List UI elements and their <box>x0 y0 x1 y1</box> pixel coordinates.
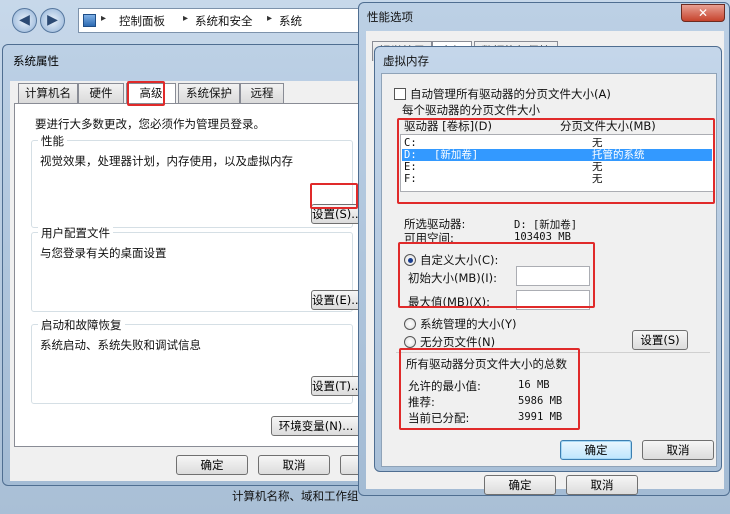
min-allowed-value: 16 MB <box>518 379 550 391</box>
system-managed-label: 系统管理的大小(Y) <box>420 317 517 331</box>
no-paging-label: 无分页文件(N) <box>420 335 496 349</box>
environment-variables-button[interactable]: 环境变量(N)... <box>271 416 361 436</box>
sysprops-body: 计算机名 硬件 高级 系统保护 远程 要进行大多数更改，您必须作为管理员登录。 … <box>10 81 368 481</box>
totals-title: 所有驱动器分页文件大小的总数 <box>406 357 567 371</box>
drive-size: 无 <box>592 161 603 173</box>
drive-size: 无 <box>592 137 603 149</box>
free-space-value: 103403 MB <box>514 231 571 243</box>
performance-group: 性能 视觉效果，处理器计划，内存使用，以及虚拟内存 <box>31 133 353 228</box>
drive-size: 托管的系统 <box>592 149 645 161</box>
recommended-value: 5986 MB <box>518 395 563 407</box>
performance-settings-button[interactable]: 设置(S)... <box>311 204 362 224</box>
startup-desc: 系统启动、系统失败和调试信息 <box>40 338 201 352</box>
profiles-desc: 与您登录有关的桌面设置 <box>40 246 167 260</box>
close-icon[interactable]: ✕ <box>681 4 725 22</box>
admin-note: 要进行大多数更改，您必须作为管理员登录。 <box>35 117 265 131</box>
drive-list[interactable]: C: 无 D: [新加卷] 托管的系统 E: 无 F: 无 <box>400 134 714 192</box>
system-properties-dialog: 系统属性 计算机名 硬件 高级 系统保护 远程 要进行大多数更改，您必须作为管理… <box>2 44 374 486</box>
performance-desc: 视觉效果，处理器计划，内存使用，以及虚拟内存 <box>40 154 293 168</box>
vmem-ok-button[interactable]: 确定 <box>560 440 632 460</box>
perfopts-ok-button[interactable]: 确定 <box>484 475 556 495</box>
forward-button[interactable]: ▶ <box>40 8 65 33</box>
vmem-body: 自动管理所有驱动器的分页文件大小(A) 每个驱动器的分页文件大小 驱动器 [卷标… <box>381 73 717 467</box>
sysprops-ok-button[interactable]: 确定 <box>176 455 248 475</box>
virtual-memory-dialog: 虚拟内存 自动管理所有驱动器的分页文件大小(A) 每个驱动器的分页文件大小 驱动… <box>374 46 722 472</box>
min-allowed-label: 允许的最小值: <box>408 379 481 393</box>
drive-list-header-size: 分页文件大小(MB) <box>560 119 656 133</box>
recommended-label: 推荐: <box>408 395 435 409</box>
tab-remote[interactable]: 远程 <box>240 83 284 103</box>
tab-panel: 要进行大多数更改，您必须作为管理员登录。 性能 视觉效果，处理器计划，内存使用，… <box>14 103 364 447</box>
custom-size-radio[interactable] <box>404 254 416 266</box>
auto-manage-checkbox[interactable] <box>394 88 406 100</box>
drive-row-c[interactable]: C: 无 <box>402 137 712 149</box>
selected-drive-value: D: [新加卷] <box>514 219 578 231</box>
initial-size-input[interactable] <box>516 266 590 286</box>
no-paging-radio[interactable] <box>404 336 416 348</box>
perfopts-title: 性能选项 <box>367 10 413 24</box>
drive-letter: C: <box>404 137 417 149</box>
breadcrumb-security[interactable]: 系统和安全 <box>195 13 253 29</box>
free-space-label: 可用空间: <box>404 231 454 245</box>
breadcrumb-control-panel[interactable]: 控制面板 <box>119 13 165 29</box>
currently-allocated-label: 当前已分配: <box>408 411 470 425</box>
profiles-settings-button[interactable]: 设置(E)... <box>311 290 362 310</box>
back-button[interactable]: ◀ <box>12 8 37 33</box>
drive-row-d[interactable]: D: [新加卷] 托管的系统 <box>402 149 712 161</box>
breadcrumb-separator-icon: ▸ <box>101 13 107 24</box>
system-managed-radio[interactable] <box>404 318 416 330</box>
drive-row-f[interactable]: F: 无 <box>402 173 712 185</box>
tab-system-protection[interactable]: 系统保护 <box>178 83 240 103</box>
profiles-title: 用户配置文件 <box>38 225 113 241</box>
breadcrumb-separator-icon: ▸ <box>183 13 189 24</box>
vmem-cancel-button[interactable]: 取消 <box>642 440 714 460</box>
breadcrumb-separator-icon: ▸ <box>267 13 273 24</box>
drive-letter: E: <box>404 161 417 173</box>
drive-label: [新加卷] <box>434 149 479 161</box>
performance-title: 性能 <box>38 133 67 149</box>
startup-settings-button[interactable]: 设置(T)... <box>311 376 362 396</box>
custom-size-label: 自定义大小(C): <box>420 253 499 267</box>
auto-manage-label: 自动管理所有驱动器的分页文件大小(A) <box>410 87 611 101</box>
drive-list-header-drive: 驱动器 [卷标](D) <box>404 119 492 133</box>
drive-letter: D: <box>404 149 417 161</box>
currently-allocated-value: 3991 MB <box>518 411 563 423</box>
set-button[interactable]: 设置(S) <box>632 330 688 350</box>
max-size-label: 最大值(MB)(X): <box>408 295 491 309</box>
address-bar[interactable]: ▸ 控制面板 ▸ 系统和安全 ▸ 系统 <box>78 8 378 33</box>
breadcrumb-system[interactable]: 系统 <box>279 13 302 29</box>
startup-group: 启动和故障恢复 系统启动、系统失败和调试信息 <box>31 317 353 404</box>
startup-title: 启动和故障恢复 <box>38 317 125 333</box>
perfopts-cancel-button[interactable]: 取消 <box>566 475 638 495</box>
drive-size: 无 <box>592 173 603 185</box>
vmem-title: 虚拟内存 <box>383 54 429 68</box>
initial-size-label: 初始大小(MB)(I): <box>408 271 498 285</box>
per-drive-label: 每个驱动器的分页文件大小 <box>402 103 540 117</box>
dialog-title: 系统属性 <box>13 54 59 68</box>
tab-advanced[interactable]: 高级 <box>126 83 176 105</box>
sysprops-cancel-button[interactable]: 取消 <box>258 455 330 475</box>
tab-computer-name[interactable]: 计算机名 <box>18 83 78 103</box>
drive-row-e[interactable]: E: 无 <box>402 161 712 173</box>
drive-letter: F: <box>404 173 417 185</box>
explorer-bottom-text: 计算机名称、域和工作组 <box>232 489 359 503</box>
max-size-input[interactable] <box>516 290 590 310</box>
profiles-group: 用户配置文件 与您登录有关的桌面设置 <box>31 225 353 312</box>
tab-hardware[interactable]: 硬件 <box>78 83 124 103</box>
control-panel-icon <box>83 14 96 27</box>
